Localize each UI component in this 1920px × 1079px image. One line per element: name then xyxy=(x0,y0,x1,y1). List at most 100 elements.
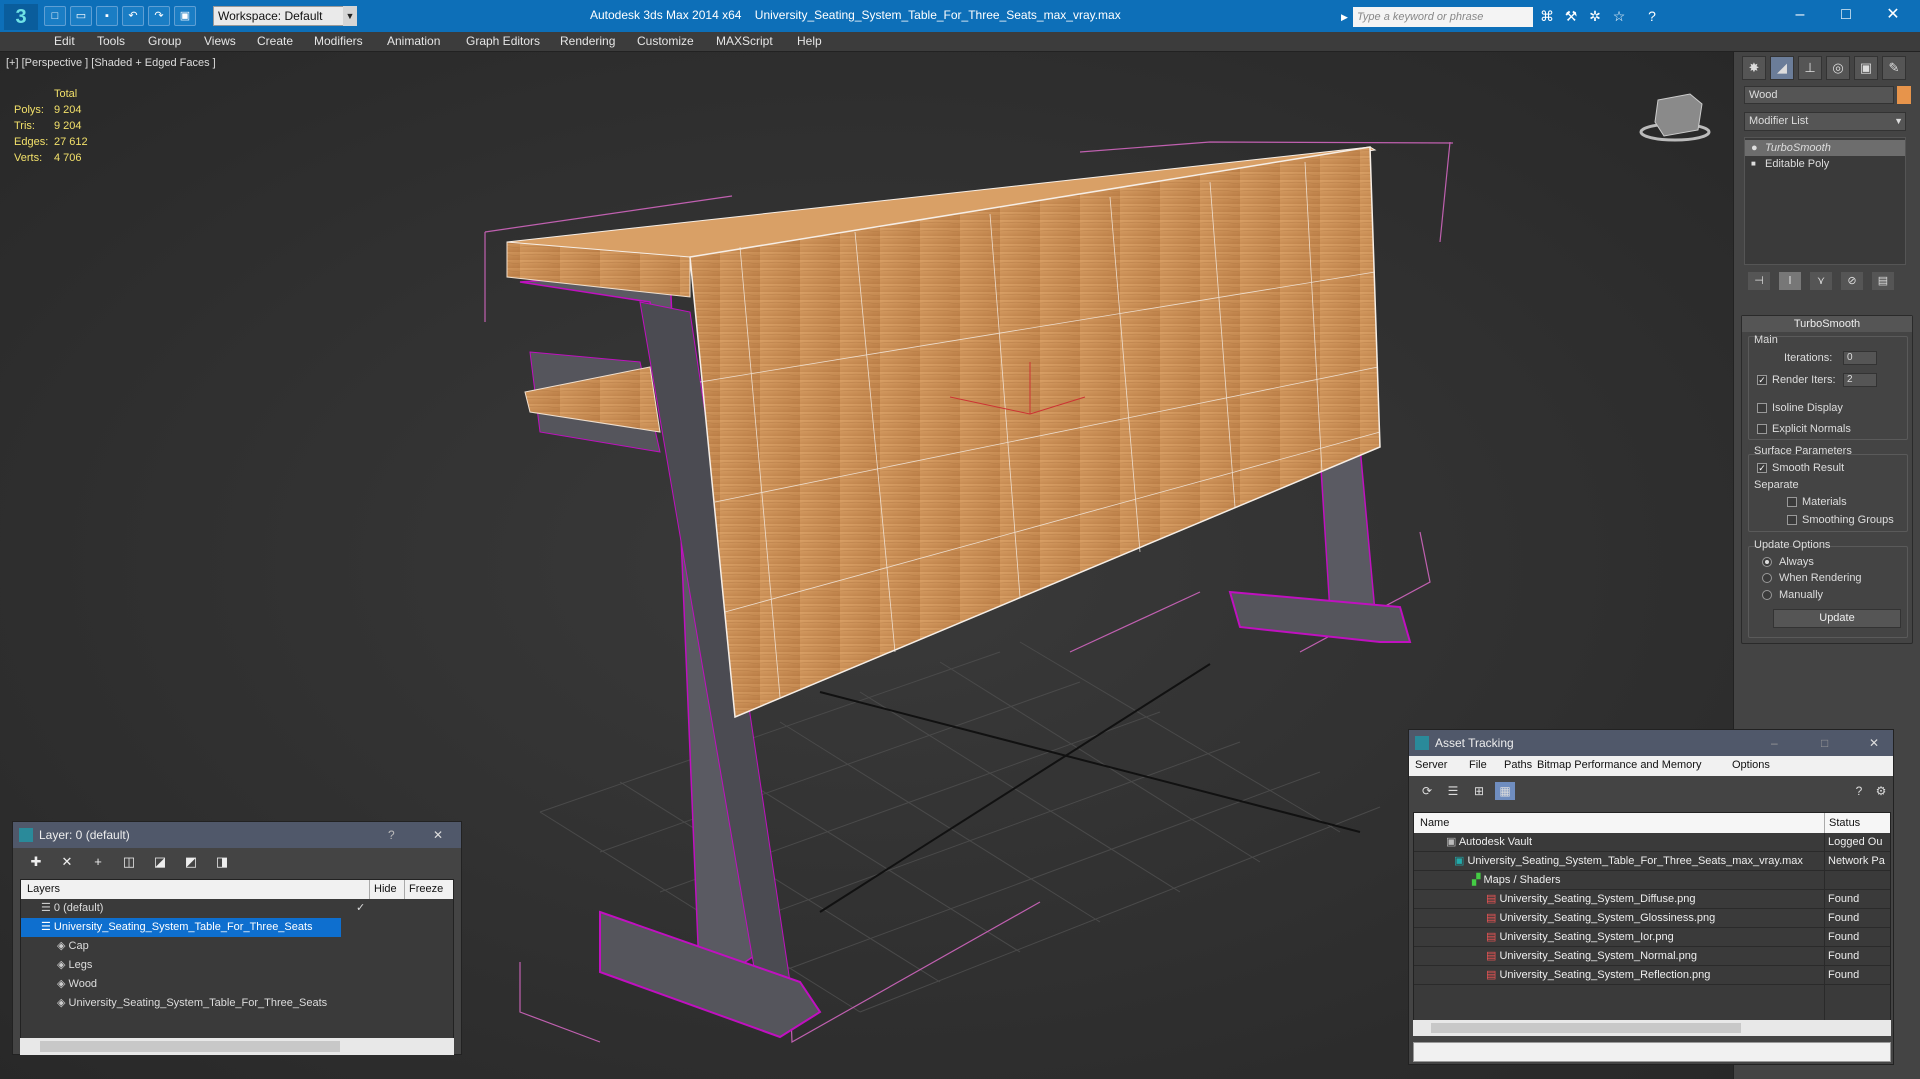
layer-object-row[interactable]: ◈ University_Seating_System_Table_For_Th… xyxy=(21,994,453,1013)
save-icon[interactable]: ▪ xyxy=(96,6,118,26)
asset-row[interactable]: ▤ University_Seating_System_Reflection.p… xyxy=(1414,966,1890,985)
render-iters-checkbox[interactable]: ✓ xyxy=(1757,375,1767,385)
highlight-layer-icon[interactable]: ◪ xyxy=(149,852,171,872)
layer-object-row[interactable]: ◈ Wood xyxy=(21,975,453,994)
configure-sets-icon[interactable]: ▤ xyxy=(1872,272,1894,290)
asset-row[interactable]: ▤ University_Seating_System_Ior.png Found xyxy=(1414,928,1890,947)
asset-row[interactable]: ▞ Maps / Shaders xyxy=(1414,871,1890,890)
menu-bitmap-performance[interactable]: Bitmap Performance and Memory xyxy=(1537,759,1701,771)
menu-group[interactable]: Group xyxy=(148,34,181,48)
create-layer-icon[interactable]: ✚ xyxy=(25,852,47,872)
menu-paths[interactable]: Paths xyxy=(1504,759,1532,771)
menu-server[interactable]: Server xyxy=(1415,759,1447,771)
create-tab-icon[interactable]: ✸ xyxy=(1742,56,1766,80)
layer-window-titlebar[interactable]: Layer: 0 (default) ? ✕ xyxy=(13,822,461,848)
expand-icon[interactable]: ■ xyxy=(1751,156,1756,172)
hierarchy-tab-icon[interactable]: ⊥ xyxy=(1798,56,1822,80)
new-file-icon[interactable]: □ xyxy=(44,6,66,26)
always-radio[interactable] xyxy=(1762,557,1772,567)
modifier-list-dropdown[interactable]: Modifier List ▼ xyxy=(1744,112,1906,131)
select-objects-icon[interactable]: ◫ xyxy=(118,852,140,872)
layer-object-row[interactable]: ◈ Legs xyxy=(21,956,453,975)
stack-item-turbosmooth[interactable]: ● TurboSmooth xyxy=(1745,140,1905,156)
communication-icon[interactable]: ✲ xyxy=(1585,7,1605,25)
search-input[interactable]: Type a keyword or phrase xyxy=(1353,7,1533,27)
menu-edit[interactable]: Edit xyxy=(54,34,75,48)
table-view-icon[interactable]: ▦ xyxy=(1495,782,1515,800)
chevron-right-icon[interactable]: ▶ xyxy=(1341,7,1353,27)
menu-views[interactable]: Views xyxy=(204,34,236,48)
update-button[interactable]: Update xyxy=(1773,609,1901,628)
asset-path-field[interactable] xyxy=(1413,1042,1891,1062)
chevron-down-icon[interactable]: ▼ xyxy=(343,6,357,26)
hide-all-layers-icon[interactable]: ◩ xyxy=(180,852,202,872)
menu-options[interactable]: Options xyxy=(1732,759,1770,771)
materials-checkbox[interactable] xyxy=(1787,497,1797,507)
pin-stack-icon[interactable]: ⊣ xyxy=(1748,272,1770,290)
maximize-icon[interactable]: □ xyxy=(1821,730,1828,756)
menu-rendering[interactable]: Rendering xyxy=(560,34,615,48)
workspace-dropdown[interactable]: Workspace: Default xyxy=(213,6,357,26)
menu-maxscript[interactable]: MAXScript xyxy=(716,34,773,48)
isoline-display-checkbox[interactable] xyxy=(1757,403,1767,413)
layer-row-selected[interactable]: ☰ University_Seating_System_Table_For_Th… xyxy=(21,918,341,937)
lightbulb-icon[interactable]: ● xyxy=(1751,140,1758,156)
menu-graph-editors[interactable]: Graph Editors xyxy=(466,34,540,48)
smooth-result-checkbox[interactable]: ✓ xyxy=(1757,463,1767,473)
help-icon[interactable]: ? xyxy=(1642,7,1662,25)
close-icon[interactable]: ✕ xyxy=(1870,0,1916,30)
subscription-icon[interactable]: ⚒ xyxy=(1561,7,1581,25)
menu-create[interactable]: Create xyxy=(257,34,293,48)
project-folder-icon[interactable]: ▣ xyxy=(174,6,196,26)
undo-icon[interactable]: ↶ xyxy=(122,6,144,26)
hide-column-header[interactable]: Hide xyxy=(369,880,397,899)
freeze-column-header[interactable]: Freeze xyxy=(404,880,443,899)
asset-window-titlebar[interactable]: Asset Tracking – □ ✕ xyxy=(1409,730,1893,756)
remove-modifier-icon[interactable]: ⊘ xyxy=(1841,272,1863,290)
smoothing-groups-checkbox[interactable] xyxy=(1787,515,1797,525)
explicit-normals-checkbox[interactable] xyxy=(1757,424,1767,434)
manually-radio[interactable] xyxy=(1762,590,1772,600)
menu-help[interactable]: Help xyxy=(797,34,822,48)
rollout-title[interactable]: TurboSmooth xyxy=(1742,316,1912,332)
open-file-icon[interactable]: ▭ xyxy=(70,6,92,26)
settings-icon[interactable]: ⚙ xyxy=(1871,782,1891,800)
add-to-layer-icon[interactable]: + xyxy=(87,852,109,872)
show-end-result-icon[interactable]: Ⅰ xyxy=(1779,272,1801,290)
iterations-spinner[interactable]: 0 xyxy=(1843,351,1877,365)
app-logo-icon[interactable]: 3 xyxy=(4,4,38,30)
help-icon[interactable]: ? xyxy=(1849,782,1869,800)
make-unique-icon[interactable]: ⋎ xyxy=(1810,272,1832,290)
maximize-icon[interactable]: □ xyxy=(1823,0,1869,30)
display-tab-icon[interactable]: ▣ xyxy=(1854,56,1878,80)
minimize-icon[interactable]: – xyxy=(1777,0,1823,30)
redo-icon[interactable]: ↷ xyxy=(148,6,170,26)
asset-row[interactable]: ▣ Autodesk Vault Logged Ou xyxy=(1414,833,1890,852)
status-column-header[interactable]: Status xyxy=(1824,813,1860,833)
delete-layer-icon[interactable]: ✕ xyxy=(56,852,78,872)
asset-row[interactable]: ▣ University_Seating_System_Table_For_Th… xyxy=(1414,852,1890,871)
menu-file[interactable]: File xyxy=(1469,759,1487,771)
layer-row[interactable]: ☰ 0 (default) ✓ xyxy=(21,899,453,918)
minimize-icon[interactable]: – xyxy=(1771,730,1778,756)
when-rendering-radio[interactable] xyxy=(1762,573,1772,583)
render-iters-spinner[interactable]: 2 xyxy=(1843,373,1877,387)
asset-row[interactable]: ▤ University_Seating_System_Diffuse.png F… xyxy=(1414,890,1890,909)
object-color-swatch[interactable] xyxy=(1897,86,1911,104)
menu-modifiers[interactable]: Modifiers xyxy=(314,34,363,48)
viewport-label[interactable]: [+] [Perspective ] [Shaded + Edged Faces… xyxy=(6,57,216,69)
menu-tools[interactable]: Tools xyxy=(97,34,125,48)
close-icon[interactable]: ✕ xyxy=(1869,730,1879,756)
object-name-field[interactable]: Wood xyxy=(1744,86,1894,104)
binoculars-icon[interactable]: ⌘ xyxy=(1537,7,1557,25)
layers-column-header[interactable]: Layers xyxy=(27,880,60,899)
horizontal-scrollbar[interactable] xyxy=(20,1038,454,1055)
asset-row[interactable]: ▤ University_Seating_System_Normal.png Fo… xyxy=(1414,947,1890,966)
refresh-icon[interactable]: ⟳ xyxy=(1417,782,1437,800)
list-view-icon[interactable]: ☰ xyxy=(1443,782,1463,800)
tree-view-icon[interactable]: ⊞ xyxy=(1469,782,1489,800)
stack-item-editable-poly[interactable]: ■ Editable Poly xyxy=(1745,156,1905,172)
close-icon[interactable]: ✕ xyxy=(433,822,443,848)
favorites-star-icon[interactable]: ☆ xyxy=(1609,7,1629,25)
name-column-header[interactable]: Name xyxy=(1420,813,1449,833)
